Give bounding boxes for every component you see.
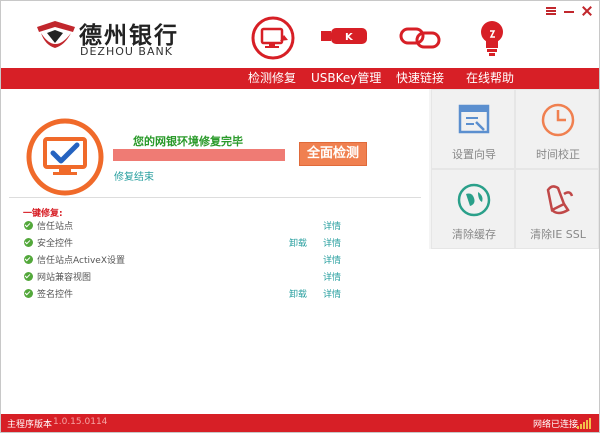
tools-panel: 设置向导 时间校正 清除缓存 清除IE SSL: [429, 89, 599, 249]
progress-fill: [113, 149, 285, 161]
header: 德州银行 DEZHOU BANK K: [1, 1, 599, 68]
minimize-icon[interactable]: [563, 5, 575, 17]
repair-row-signature-control: 签名控件 卸载 详情: [23, 286, 353, 303]
check-icon: [24, 238, 33, 247]
check-icon: [24, 255, 33, 264]
repair-row-label: 信任站点ActiveX设置: [37, 256, 126, 266]
detail-link[interactable]: 详情: [323, 219, 341, 232]
detail-link[interactable]: 详情: [323, 253, 341, 266]
nav-bar: 检测修复 USBKey管理 快速链接 在线帮助: [1, 68, 599, 89]
globe-icon: [457, 183, 491, 217]
detail-link[interactable]: 详情: [323, 270, 341, 283]
version-label: 主程序版本: [7, 420, 53, 430]
bank-logo-icon: [37, 21, 75, 48]
network-status: 网络已连接: [533, 420, 579, 430]
monitor-check-icon: [26, 118, 104, 196]
setup-wizard-icon: [458, 104, 490, 134]
uninstall-link[interactable]: 卸载: [289, 287, 307, 300]
clock-icon: [541, 103, 575, 137]
monitor-repair-icon[interactable]: [250, 15, 296, 61]
detail-link[interactable]: 详情: [323, 236, 341, 249]
bank-logo: 德州银行 DEZHOU BANK: [25, 13, 205, 63]
menu-icon[interactable]: [545, 5, 557, 17]
check-icon: [24, 272, 33, 281]
clear-cache-button[interactable]: 清除缓存: [431, 169, 515, 249]
bank-name-en: DEZHOU BANK: [80, 45, 173, 58]
check-icon: [24, 221, 33, 230]
nav-item-online-help[interactable]: 在线帮助: [461, 68, 519, 89]
repair-row-label: 签名控件: [37, 290, 74, 300]
uninstall-link[interactable]: 卸载: [289, 236, 307, 249]
signal-icon: [577, 418, 591, 429]
lightbulb-help-icon[interactable]: [469, 15, 515, 61]
nav-item-usbkey[interactable]: USBKey管理: [311, 68, 381, 89]
tool-label: 时间校正: [536, 148, 580, 161]
tool-label: 设置向导: [452, 148, 496, 161]
repair-row-label: 网站兼容视图: [37, 273, 92, 283]
repair-list: 信任站点 详情 安全控件 卸载 详情 信任站点ActiveX设置 详情 网站兼容…: [23, 218, 353, 303]
status-title: 您的网银环境修复完毕: [133, 135, 243, 148]
status-subtitle: 修复结束: [114, 172, 154, 183]
close-icon[interactable]: [581, 5, 593, 17]
version-value: 1.0.15.0114: [53, 417, 108, 427]
detail-link[interactable]: 详情: [323, 287, 341, 300]
tool-label: 清除缓存: [452, 228, 496, 241]
status-bar: 主程序版本 1.0.15.0114 网络已连接: [1, 414, 599, 432]
nav-item-quick-links[interactable]: 快速链接: [389, 68, 451, 89]
repair-row-label: 信任站点: [37, 222, 74, 232]
tool-label: 清除IE SSL: [530, 228, 586, 241]
divider: [9, 197, 421, 198]
repair-row-label: 安全控件: [37, 239, 74, 249]
window-controls: [545, 5, 593, 17]
nav-item-check-repair[interactable]: 检测修复: [243, 68, 301, 89]
full-scan-button[interactable]: 全面检测: [299, 142, 367, 166]
repair-row-compat-view: 网站兼容视图 详情: [23, 269, 353, 286]
app-window: 德州银行 DEZHOU BANK K 检测修复 USBKey管理 快速链接 在线…: [0, 0, 600, 433]
repair-row-trusted-sites: 信任站点 详情: [23, 218, 353, 235]
time-correction-button[interactable]: 时间校正: [515, 89, 599, 169]
check-icon: [24, 289, 33, 298]
usbkey-icon[interactable]: K: [319, 15, 369, 61]
clear-ie-ssl-button[interactable]: 清除IE SSL: [515, 169, 599, 249]
link-icon[interactable]: [397, 15, 443, 61]
svg-text:K: K: [345, 32, 354, 43]
broom-icon: [546, 185, 574, 215]
repair-row-security-control: 安全控件 卸载 详情: [23, 235, 353, 252]
setup-wizard-button[interactable]: 设置向导: [431, 89, 515, 169]
main-panel: 您的网银环境修复完毕 全面检测 修复结束 一键修复: 信任站点 详情 安全控件 …: [1, 89, 429, 414]
progress-bar: [113, 149, 285, 161]
repair-row-activex: 信任站点ActiveX设置 详情: [23, 252, 353, 269]
